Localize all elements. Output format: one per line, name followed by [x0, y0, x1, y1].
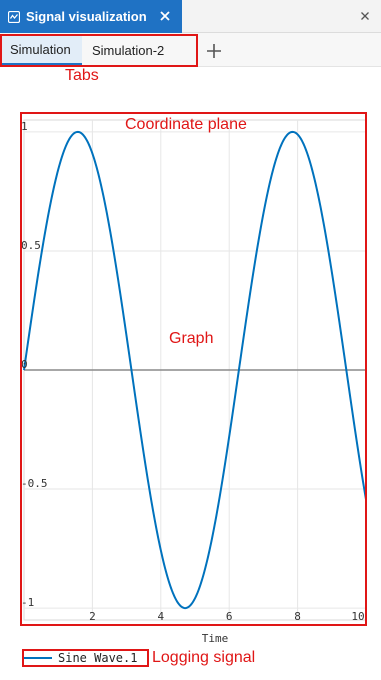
series-layer	[23, 130, 367, 610]
x-tick-label: 10	[351, 610, 364, 623]
panel-tab[interactable]: Signal visualization	[0, 0, 182, 33]
x-tick-label: 2	[89, 610, 96, 623]
y-tick-label: 0	[21, 358, 28, 371]
tick-labels: 2 4 6 8 10 1 0.5 0 -0.5 -1	[21, 120, 365, 623]
x-tick-label: 4	[157, 610, 164, 623]
legend-swatch	[22, 657, 52, 659]
close-tab-icon[interactable]	[158, 9, 172, 23]
y-tick-label: 0.5	[21, 239, 41, 252]
x-tick-label: 8	[294, 610, 301, 623]
tab-simulation[interactable]: Simulation	[2, 35, 82, 65]
coordinate-plane-annotation-box	[20, 112, 367, 626]
logging-signal-annotation-label: Logging signal	[152, 649, 256, 666]
y-tick-label: -0.5	[21, 477, 48, 490]
signal-visualization-panel: Signal visualization Simulation Simulati…	[0, 0, 381, 680]
coordinate-plane-annotation-label: Coordinate plane	[125, 116, 247, 133]
signal-chart-icon	[8, 10, 20, 23]
panel-title: Signal visualization	[26, 9, 147, 24]
legend-label: Sine Wave.1	[58, 651, 138, 665]
panel-header: Signal visualization	[0, 0, 381, 33]
sine-wave-series-line	[23, 130, 367, 610]
x-tick-label: 6	[226, 610, 233, 623]
plot-border	[23, 119, 367, 621]
x-axis-label: Time	[202, 632, 229, 645]
tab-simulation-2[interactable]: Simulation-2	[84, 35, 196, 65]
tabs-annotation-label: Tabs	[65, 67, 99, 84]
grid-lines	[23, 119, 367, 621]
add-tab-icon[interactable]	[204, 41, 224, 61]
graph-annotation-label: Graph	[169, 330, 214, 347]
logging-signal-legend[interactable]: Sine Wave.1	[22, 648, 137, 668]
y-tick-label: 1	[21, 120, 28, 133]
close-panel-icon[interactable]	[359, 10, 371, 22]
y-tick-label: -1	[21, 596, 34, 609]
simulation-tab-bar: Simulation Simulation-2	[0, 33, 381, 67]
